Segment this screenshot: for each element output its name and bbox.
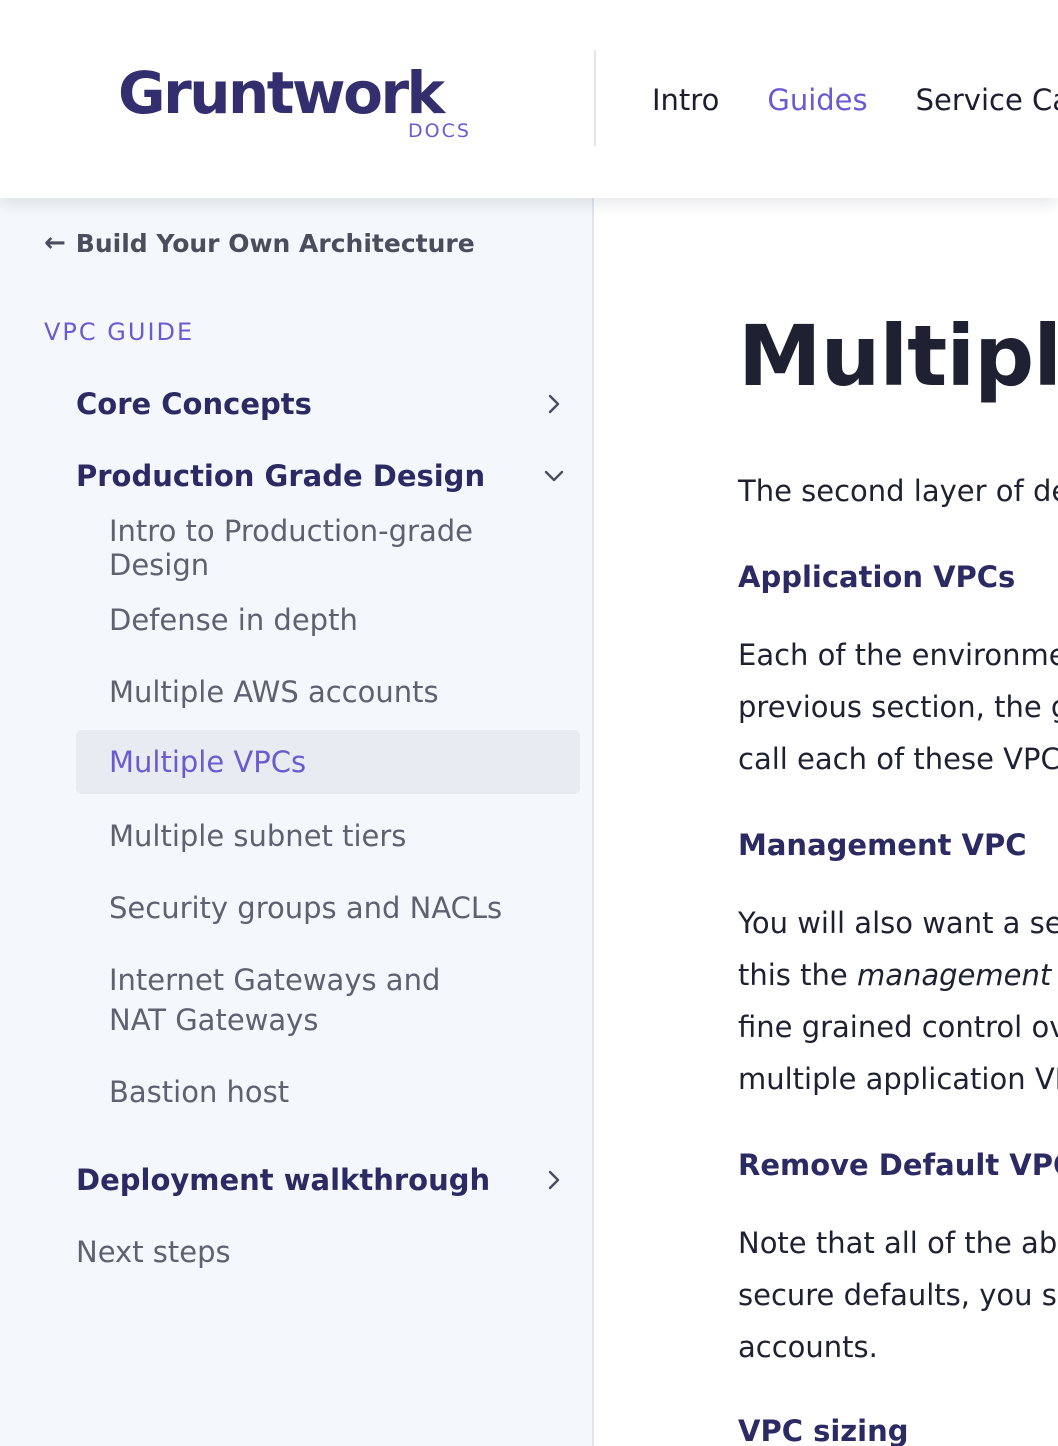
back-link-label: Build Your Own Architecture (75, 228, 475, 258)
sidebar-item-internet-nat-gateways[interactable]: Internet Gateways and NAT Gateways (76, 956, 496, 1044)
arrow-left-icon: ← (44, 228, 66, 258)
paragraph-line: Note that all of the abov (738, 1226, 1058, 1260)
logo-docs-label: DOCS (408, 120, 471, 142)
back-link[interactable]: ← Build Your Own Architecture (44, 226, 475, 260)
heading-application-vpcs: Application VPCs (738, 560, 1016, 594)
sidebar-item-multiple-aws-accounts[interactable]: Multiple AWS accounts (76, 660, 580, 724)
sidebar-category-deployment-walkthrough[interactable]: Deployment walkthrough (76, 1158, 566, 1202)
sidebar-item-multiple-vpcs[interactable]: Multiple VPCs (76, 730, 580, 794)
heading-vpc-sizing: VPC sizing (738, 1414, 909, 1446)
chevron-right-icon (548, 394, 560, 414)
heading-management-vpc: Management VPC (738, 828, 1027, 862)
sidebar-category-core-concepts[interactable]: Core Concepts (76, 382, 566, 426)
sidebar-section-title: VPC GUIDE (44, 318, 195, 346)
header-divider (594, 50, 596, 146)
paragraph-line: this the management VP (738, 949, 1058, 1001)
sidebar-item-defense-in-depth[interactable]: Defense in depth (76, 588, 580, 652)
sidebar: ← Build Your Own Architecture VPC GUIDE … (0, 198, 594, 1446)
paragraph-line: Each of the environment (738, 638, 1058, 672)
chevron-right-icon (548, 1170, 560, 1190)
sidebar-item-next-steps[interactable]: Next steps (76, 1230, 231, 1274)
sidebar-category-label: Core Concepts (76, 387, 312, 421)
paragraph-line: secure defaults, you sho (738, 1278, 1058, 1312)
paragraph-line: accounts. (738, 1330, 878, 1364)
paragraph-line: fine grained control over (738, 1010, 1058, 1044)
intro-paragraph: The second layer of defe (738, 474, 1058, 508)
paragraph-line: multiple application VPC (738, 1062, 1058, 1096)
gruntwork-docs-logo[interactable]: Gruntwork DOCS (118, 58, 478, 148)
logo-wordmark: Gruntwork (118, 59, 445, 127)
main-content: Multiple The second layer of defe Applic… (596, 198, 1058, 1446)
emphasis-text: management VP (856, 958, 1058, 992)
nav-guides[interactable]: Guides (767, 80, 867, 120)
paragraph-line: call each of these VPCs y (738, 742, 1058, 776)
sidebar-item-intro-production-grade[interactable]: Intro to Production-grade Design (76, 514, 580, 582)
paragraph-line: You will also want a sepa (738, 906, 1058, 940)
page-title: Multiple (738, 307, 1058, 405)
chevron-down-icon (544, 470, 564, 482)
top-nav: Intro Guides Service Cata (652, 80, 1058, 120)
sidebar-category-label: Deployment walkthrough (76, 1163, 491, 1197)
sidebar-category-label: Production Grade Design (76, 459, 486, 493)
heading-remove-default-vpcs: Remove Default VPCs (738, 1148, 1058, 1182)
sidebar-item-bastion-host[interactable]: Bastion host (76, 1060, 580, 1124)
nav-service-catalog[interactable]: Service Cata (916, 80, 1058, 120)
sidebar-item-security-groups-nacls[interactable]: Security groups and NACLs (76, 876, 580, 940)
nav-intro[interactable]: Intro (652, 80, 719, 120)
sidebar-category-production-grade-design[interactable]: Production Grade Design (76, 454, 566, 498)
paragraph-line: previous section, the gol (738, 690, 1058, 724)
paragraph-text: this the (738, 958, 857, 992)
sidebar-item-multiple-subnet-tiers[interactable]: Multiple subnet tiers (76, 804, 580, 868)
top-header: Gruntwork DOCS Intro Guides Service Cata (0, 0, 1058, 198)
